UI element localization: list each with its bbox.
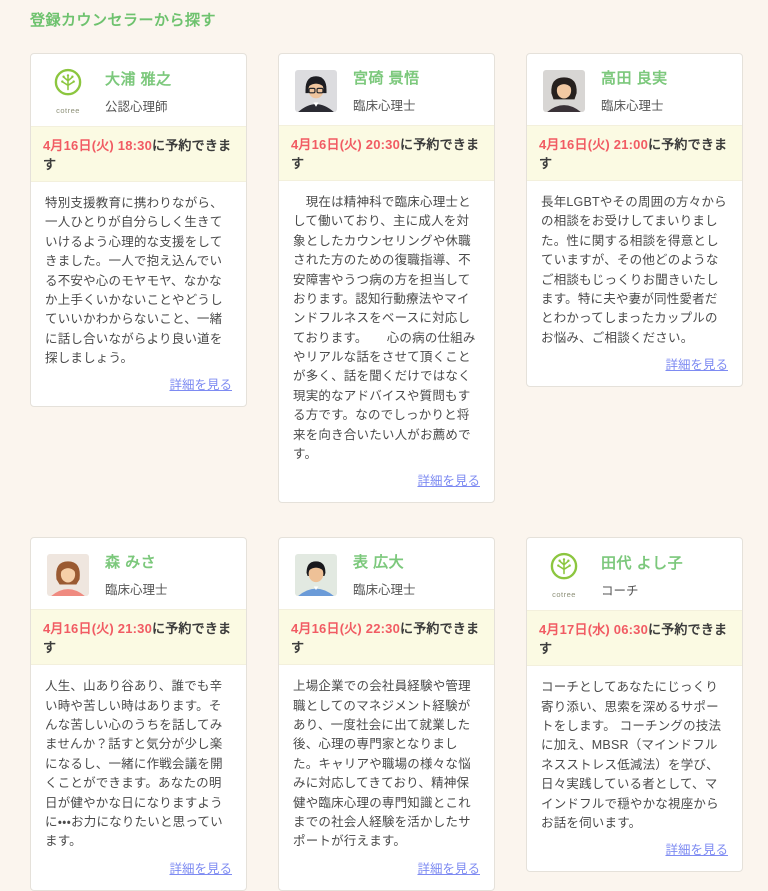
detail-link[interactable]: 詳細を見る — [417, 862, 480, 876]
counselor-photo — [294, 69, 338, 112]
counselor-description: 長年LGBTやその周囲の方々からの相談をお受けしてまいりました。性に関する相談を… — [541, 195, 727, 345]
counselor-name: 森 みさ — [105, 554, 157, 572]
detail-link[interactable]: 詳細を見る — [417, 474, 480, 488]
card-header: 森 みさ 臨床心理士 — [31, 538, 246, 609]
counselor-card: 高田 良実 臨床心理士 4月16日(火) 21:00に予約できます 長年LGBT… — [526, 53, 743, 387]
availability-banner: 4月16日(火) 22:30に予約できます — [279, 609, 494, 666]
availability-datetime: 4月16日(火) 22:30 — [291, 621, 401, 637]
counselor-name: 田代 よし子 — [601, 554, 684, 572]
card-header: cotree 大浦 雅之 公認心理師 — [31, 54, 246, 126]
counselor-title: 臨床心理士 — [353, 583, 416, 598]
counselor-name: 表 広大 — [353, 554, 405, 572]
counselor-name: 高田 良実 — [601, 70, 668, 87]
counselor-search-page: 登録カウンセラーから探す cotree 大浦 雅之 公認心理師 4月16日(火)… — [0, 0, 768, 891]
availability-datetime: 4月16日(火) 21:00 — [539, 137, 649, 152]
counselor-name: 宮碕 景悟 — [353, 70, 420, 87]
card-header: cotree 田代 よし子 コーチ — [527, 538, 742, 610]
counselor-photo — [294, 553, 338, 596]
counselor-title: コーチ — [601, 583, 639, 598]
page-title: 登録カウンセラーから探す — [30, 12, 217, 29]
counselor-photo — [542, 69, 586, 112]
counselor-card: cotree 大浦 雅之 公認心理師 4月16日(火) 18:30に予約できます… — [30, 53, 247, 408]
availability-datetime: 4月17日(水) 06:30 — [539, 622, 649, 638]
counselor-photo — [46, 553, 90, 596]
counselor-description: コーチとしてあなたにじっくり寄り添い、思索を深めるサポートをします。 コーチング… — [541, 680, 722, 830]
detail-link[interactable]: 詳細を見る — [665, 843, 728, 857]
cotree-logo-label: cotree — [552, 590, 576, 600]
detail-link[interactable]: 詳細を見る — [169, 378, 232, 392]
counselor-description: 上場企業での会社員経験や管理職としてのマネジメント経験があり、一度社会に出て就業… — [293, 679, 471, 849]
counselor-name: 大浦 雅之 — [105, 70, 172, 88]
counselor-card-grid: cotree 大浦 雅之 公認心理師 4月16日(火) 18:30に予約できます… — [30, 53, 743, 891]
cotree-logo-icon: cotree — [542, 551, 586, 599]
detail-link[interactable]: 詳細を見る — [665, 358, 728, 372]
availability-datetime: 4月16日(火) 20:30 — [291, 137, 401, 152]
counselor-card: cotree 田代 よし子 コーチ 4月17日(水) 06:30に予約できます … — [526, 537, 743, 873]
counselor-card: 宮碕 景悟 臨床心理士 4月16日(火) 20:30に予約できます 現在は精神科… — [278, 53, 495, 504]
detail-link[interactable]: 詳細を見る — [169, 862, 232, 876]
card-header: 宮碕 景悟 臨床心理士 — [279, 54, 494, 125]
counselor-title: 臨床心理士 — [105, 583, 168, 598]
counselor-description: 特別支援教育に携わりながら、一人ひとりが自分らしく生きていけるよう心理的な支援を… — [45, 196, 223, 365]
card-header: 高田 良実 臨床心理士 — [527, 54, 742, 125]
counselor-description: 人生、山あり谷あり、誰でも辛い時や苦しい時はあります。そんな苦しい心のうちを話し… — [45, 679, 223, 849]
counselor-title: 臨床心理士 — [601, 99, 664, 113]
counselor-title: 臨床心理士 — [353, 99, 416, 113]
cotree-logo-label: cotree — [56, 106, 80, 115]
counselor-title: 公認心理師 — [105, 99, 168, 114]
availability-banner: 4月16日(火) 20:30に予約できます — [279, 125, 494, 181]
cotree-logo-icon: cotree — [46, 67, 90, 115]
counselor-card: 表 広大 臨床心理士 4月16日(火) 22:30に予約できます 上場企業での会… — [278, 537, 495, 891]
availability-banner: 4月17日(水) 06:30に予約できます — [527, 610, 742, 667]
availability-datetime: 4月16日(火) 21:30 — [43, 621, 153, 637]
card-header: 表 広大 臨床心理士 — [279, 538, 494, 609]
availability-banner: 4月16日(火) 18:30に予約できます — [31, 126, 246, 182]
counselor-card: 森 みさ 臨床心理士 4月16日(火) 21:30に予約できます 人生、山あり谷… — [30, 537, 247, 891]
availability-datetime: 4月16日(火) 18:30 — [43, 138, 153, 153]
counselor-description: 現在は精神科で臨床心理士として働いており、主に成人を対象としたカウンセリングや休… — [293, 195, 476, 461]
availability-banner: 4月16日(火) 21:00に予約できます — [527, 125, 742, 181]
availability-banner: 4月16日(火) 21:30に予約できます — [31, 609, 246, 666]
